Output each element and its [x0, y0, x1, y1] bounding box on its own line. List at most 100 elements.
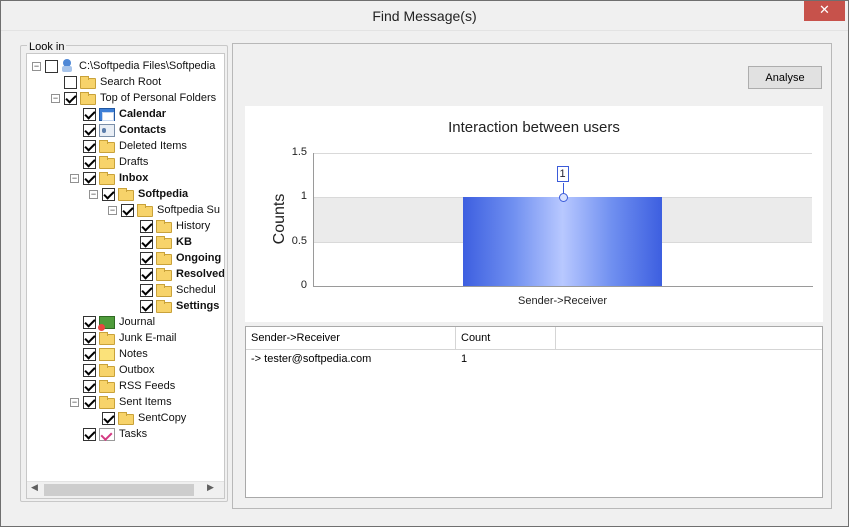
- tree-expander-icon[interactable]: −: [108, 205, 117, 215]
- tree-item-checkbox[interactable]: [83, 427, 96, 441]
- tree-expander-icon[interactable]: −: [70, 397, 79, 407]
- tree-expander-icon[interactable]: −: [70, 173, 79, 183]
- tree-item[interactable]: History: [127, 218, 210, 234]
- tree-item[interactable]: Notes: [70, 346, 148, 362]
- column-header[interactable]: Sender->Receiver: [246, 327, 456, 350]
- folder-icon: [99, 395, 115, 409]
- tree-item-checkbox[interactable]: [83, 395, 96, 409]
- folder-icon: [156, 235, 172, 249]
- tree-item[interactable]: − C:\Softpedia Files\Softpedia: [32, 58, 215, 74]
- tree-item-checkbox[interactable]: [102, 411, 115, 425]
- y-axis: [313, 153, 314, 287]
- tree-item-checkbox[interactable]: [140, 219, 153, 233]
- table-row[interactable]: -> tester@softpedia.com 1: [246, 353, 822, 369]
- tree-item-label: Ongoing: [176, 252, 222, 264]
- tree-item[interactable]: − Softpedia: [89, 186, 188, 202]
- tree-item-label: History: [176, 220, 211, 232]
- tree-item[interactable]: SentCopy: [89, 410, 186, 426]
- tree-item-checkbox[interactable]: [83, 379, 96, 393]
- tree-expander-icon[interactable]: −: [32, 61, 41, 71]
- tasks-icon: [99, 427, 115, 441]
- tree-item[interactable]: Tasks: [70, 426, 147, 442]
- folder-icon: [118, 187, 134, 201]
- tree-item-checkbox[interactable]: [140, 267, 153, 281]
- folder-icon: [99, 155, 115, 169]
- folder-icon: [118, 411, 134, 425]
- tree-item[interactable]: Drafts: [70, 154, 148, 170]
- window-title: Find Message(s): [372, 8, 477, 24]
- title-bar: Find Message(s) ✕: [0, 0, 849, 31]
- folder-tree[interactable]: − C:\Softpedia Files\Softpedia Search Root…: [26, 53, 225, 499]
- tree-item[interactable]: − Softpedia Su: [108, 202, 220, 218]
- tree-item-label: Resolved: [176, 268, 225, 280]
- tree-item-checkbox[interactable]: [83, 315, 96, 329]
- x-category-label: Sender->Receiver: [518, 295, 607, 307]
- scroll-left-arrow-icon[interactable]: ◀: [31, 482, 38, 493]
- folder-icon: [156, 267, 172, 281]
- folder-icon: [156, 283, 172, 297]
- column-header[interactable]: Count: [456, 327, 556, 350]
- contacts-icon: [99, 123, 115, 137]
- tree-item[interactable]: KB: [127, 234, 192, 250]
- data-point-marker: [558, 193, 568, 203]
- tree-item-checkbox[interactable]: [140, 283, 153, 297]
- tree-item-label: Sent Items: [119, 396, 172, 408]
- tree-item[interactable]: RSS Feeds: [70, 378, 175, 394]
- tree-item[interactable]: Resolved: [127, 266, 225, 282]
- tree-item[interactable]: Journal: [70, 314, 155, 331]
- tree-item-checkbox[interactable]: [83, 139, 96, 153]
- tree-item-checkbox[interactable]: [83, 331, 96, 345]
- tree-item[interactable]: Search Root: [51, 74, 161, 90]
- folder-icon: [99, 331, 115, 345]
- tree-item-checkbox[interactable]: [121, 203, 134, 217]
- tree-item-label: Outbox: [119, 364, 155, 376]
- close-button[interactable]: ✕: [804, 0, 845, 21]
- tree-item[interactable]: − Sent Items: [70, 394, 172, 410]
- column-header-filler: [556, 327, 822, 350]
- tree-item-label: Calendar: [119, 108, 167, 120]
- tree-item-checkbox[interactable]: [83, 171, 96, 185]
- tree-item-label: Softpedia: [138, 188, 189, 200]
- tree-item-checkbox[interactable]: [45, 59, 58, 73]
- notes-icon: [99, 347, 115, 361]
- tree-item-checkbox[interactable]: [140, 299, 153, 313]
- tree-item-label: Notes: [119, 348, 148, 360]
- tree-item-checkbox[interactable]: [83, 363, 96, 377]
- tree-item[interactable]: Ongoing: [127, 250, 221, 266]
- tree-item-label: SentCopy: [138, 412, 187, 424]
- tree-item[interactable]: − Inbox: [70, 170, 148, 186]
- x-axis: [313, 286, 813, 287]
- tree-item[interactable]: Schedul: [127, 282, 216, 298]
- tree-item[interactable]: Settings: [127, 298, 219, 314]
- tree-item[interactable]: Junk E-mail: [70, 330, 176, 346]
- table-cell: -> tester@softpedia.com: [251, 353, 372, 365]
- tree-item-checkbox[interactable]: [83, 107, 96, 121]
- tree-item-checkbox[interactable]: [102, 187, 115, 201]
- tree-item[interactable]: Deleted Items: [70, 138, 187, 154]
- folder-icon: [137, 203, 153, 217]
- calendar-icon: [99, 107, 115, 121]
- tree-item-checkbox[interactable]: [83, 347, 96, 361]
- tree-expander-icon[interactable]: −: [89, 189, 98, 199]
- tree-item[interactable]: Calendar: [70, 106, 166, 122]
- scroll-right-arrow-icon[interactable]: ▶: [207, 482, 214, 493]
- tree-item-checkbox[interactable]: [64, 91, 77, 105]
- tree-item-checkbox[interactable]: [140, 251, 153, 265]
- tree-item-label: KB: [176, 236, 192, 248]
- tree-item-checkbox[interactable]: [140, 235, 153, 249]
- folder-icon: [80, 75, 96, 89]
- tree-item-label: Contacts: [119, 124, 167, 136]
- tree-item-checkbox[interactable]: [83, 155, 96, 169]
- tree-expander-icon[interactable]: −: [51, 93, 60, 103]
- analyse-button[interactable]: Analyse: [748, 66, 822, 89]
- scrollbar-thumb[interactable]: [44, 484, 194, 496]
- tree-item-label: Junk E-mail: [119, 332, 177, 344]
- pst-icon: [61, 59, 73, 73]
- tree-item[interactable]: Outbox: [70, 362, 154, 378]
- tree-item[interactable]: − Top of Personal Folders: [51, 90, 216, 106]
- tree-item-label: Settings: [176, 300, 220, 312]
- results-table[interactable]: Sender->Receiver Count -> tester@softpedia…: [245, 326, 823, 498]
- tree-item-checkbox[interactable]: [64, 75, 77, 89]
- tree-item-checkbox[interactable]: [83, 123, 96, 137]
- tree-item[interactable]: Contacts: [70, 122, 166, 138]
